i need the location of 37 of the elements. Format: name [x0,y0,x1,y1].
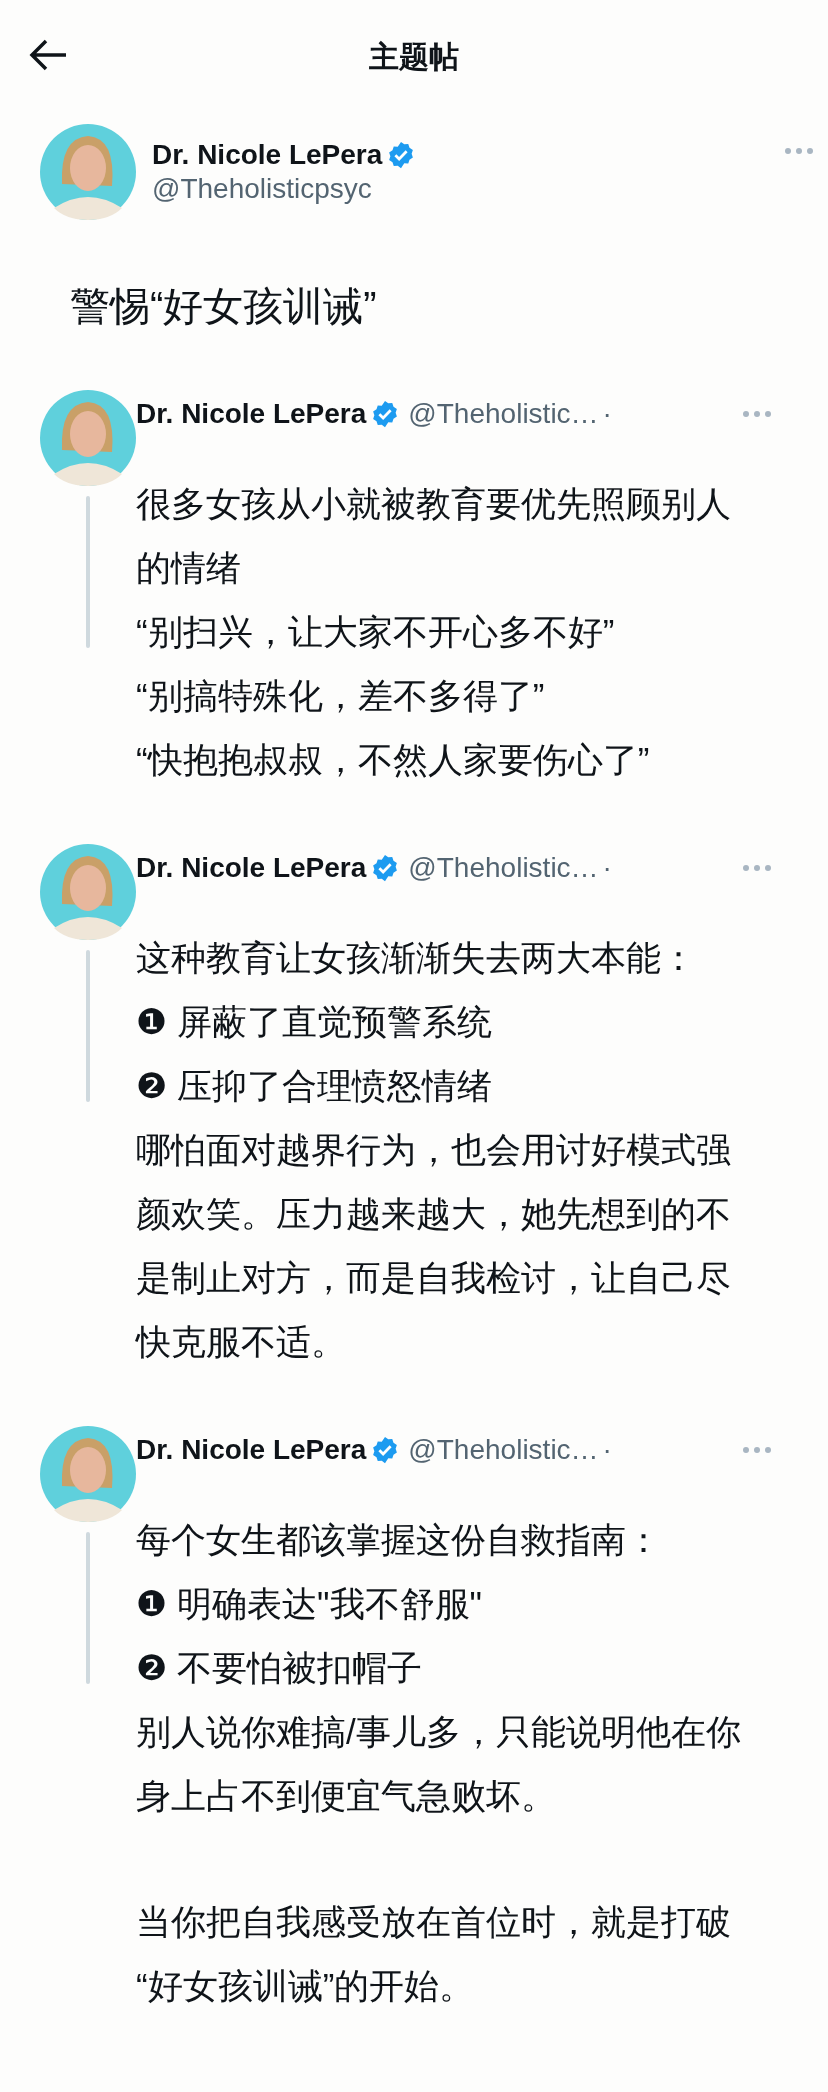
tweet-text: ❷ 压抑了合理愤怒情绪 [136,1065,494,1107]
more-button[interactable] [742,1445,772,1455]
tweet-text: ❶ 屏蔽了直觉预警系统 [136,1001,494,1043]
author-name: Dr. Nicole LePera [136,397,367,431]
tweet-text: ❷ 不要怕被扣帽子 [136,1647,424,1689]
tweet-text: “好女孩训诫”的开始。 [136,1965,476,2007]
author-handle: @Theholistic… [408,397,599,431]
tweet-text: ❶ 明确表达"我不舒服" [136,1583,483,1625]
author-handle: @Theholistic… [408,851,599,885]
author-name: Dr. Nicole LePera [152,138,383,172]
page-title: 主题帖 [369,38,459,75]
post-title: 警惕“好女孩训诫” [69,283,378,330]
author-handle: @Theholisticpsyc [152,172,373,206]
separator-dot: · [602,1433,612,1467]
author-handle: @Theholistic… [408,1433,599,1467]
separator-dot: · [602,397,612,431]
author-name: Dr. Nicole LePera [136,1433,367,1467]
tweet-text: 这种教育让女孩渐渐失去两大本能： [136,937,697,979]
tweet-text: 很多女孩从小就被教育要优先照顾别人 [136,483,732,525]
tweet-text: 每个女生都该掌握这份自救指南： [136,1519,662,1561]
tweet-text: “别扫兴，让大家不开心多不好” [136,611,616,653]
more-button[interactable] [742,863,772,873]
separator-dot: · [602,851,612,885]
tweet-text: 当你把自我感受放在首位时，就是打破 [136,1901,732,1943]
tweet-text: 快克服不适。 [136,1321,347,1363]
back-button[interactable] [28,38,68,72]
author-name: Dr. Nicole LePera [136,851,367,885]
tweet-text: “快抱抱叔叔，不然人家要伤心了” [136,739,651,781]
tweet-text: 身上占不到便宜气急败坏。 [136,1775,557,1817]
tweet-text: “别搞特殊化，差不多得了” [136,675,546,717]
tweet-text: 哪怕面对越界行为，也会用讨好模式强 [136,1129,732,1171]
tweet-text: 的情绪 [136,547,242,589]
tweet-text: 颜欢笑。压力越来越大，她先想到的不 [136,1193,732,1235]
more-button[interactable] [742,409,772,419]
more-button[interactable] [784,146,814,156]
tweet-text: 是制止对方，而是自我检讨，让自己尽 [136,1257,732,1299]
tweet-text: 别人说你难搞/事儿多，只能说明他在你 [136,1711,742,1753]
